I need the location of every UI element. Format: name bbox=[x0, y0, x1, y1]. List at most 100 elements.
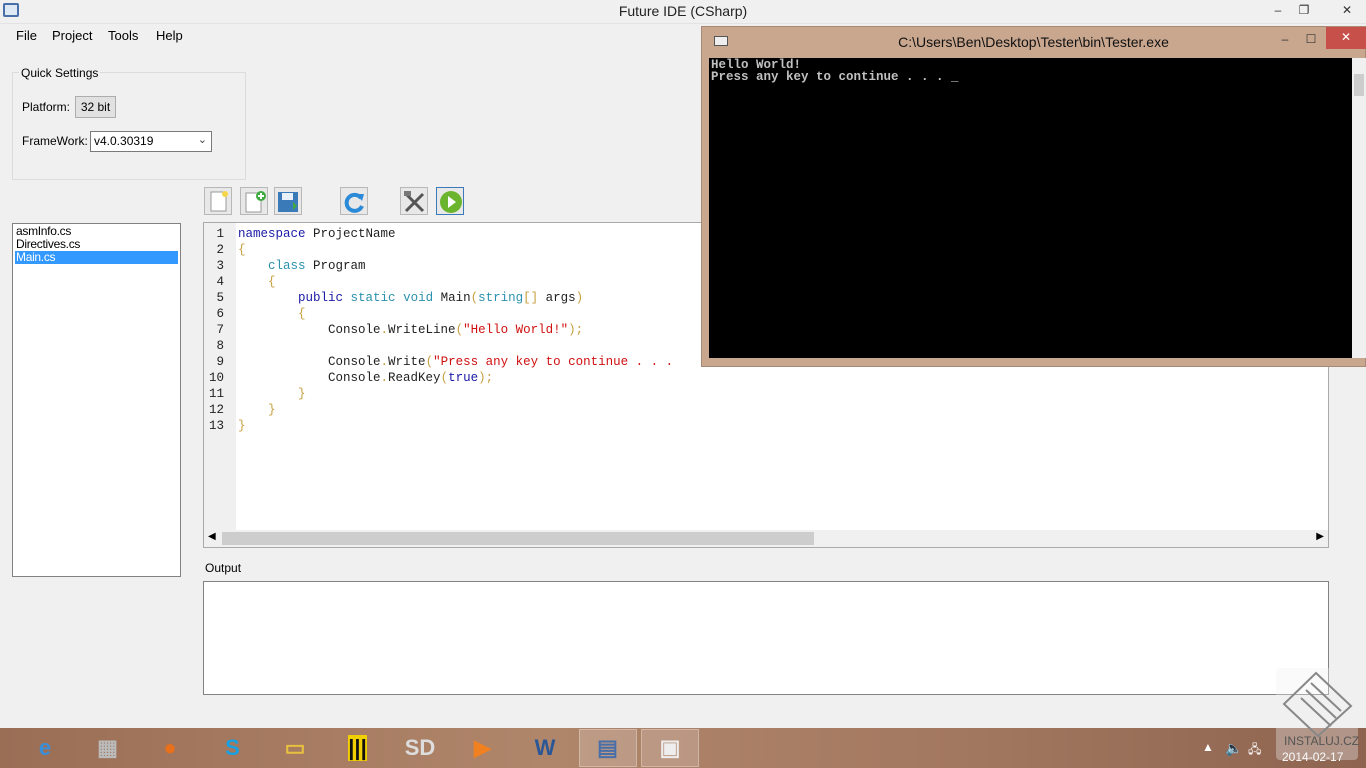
line-number: 2 bbox=[216, 243, 224, 257]
menu-bar: File Project Tools Help bbox=[0, 24, 700, 46]
code-token: "Hello World!" bbox=[463, 323, 569, 337]
output-box[interactable] bbox=[203, 581, 1329, 695]
chevron-down-icon: ⌄ bbox=[197, 134, 207, 146]
tools-icon bbox=[404, 191, 425, 213]
code-token: ) bbox=[575, 291, 584, 305]
code-token: { bbox=[268, 275, 276, 289]
close-button[interactable]: ✕ bbox=[1330, 0, 1364, 20]
word-icon: W bbox=[534, 735, 556, 760]
taskbar-app-stripes[interactable]: ||| bbox=[329, 729, 387, 767]
code-line: } bbox=[238, 403, 276, 417]
scroll-right-icon[interactable]: ▶ bbox=[1316, 531, 1324, 542]
code-line: public static void Main(string[] args) bbox=[238, 291, 583, 305]
quick-settings-legend: Quick Settings bbox=[19, 66, 101, 80]
title-bar: Future IDE (CSharp) – ❐ ✕ bbox=[0, 0, 1366, 24]
new-file-icon bbox=[210, 191, 228, 212]
code-line: namespace ProjectName bbox=[238, 227, 396, 241]
taskbar-media-player[interactable]: ▶ bbox=[454, 729, 512, 767]
window-title: Future IDE (CSharp) bbox=[618, 3, 748, 19]
code-line: class Program bbox=[238, 259, 366, 273]
line-number: 3 bbox=[216, 259, 224, 273]
console-close-button[interactable]: ✕ bbox=[1326, 27, 1366, 49]
console-title: C:\Users\Ben\Desktop\Tester\bin\Tester.e… bbox=[898, 34, 1169, 50]
minimize-button[interactable]: – bbox=[1265, 0, 1291, 20]
console-icon: ▣ bbox=[659, 735, 681, 760]
line-number: 7 bbox=[216, 323, 224, 337]
console-maximize-button[interactable]: ☐ bbox=[1298, 29, 1324, 49]
framework-value: v4.0.30319 bbox=[94, 134, 154, 148]
output-label: Output bbox=[205, 561, 242, 575]
scrollbar-thumb[interactable] bbox=[222, 532, 814, 545]
code-token: ); bbox=[568, 323, 584, 337]
skype-icon: S bbox=[225, 735, 240, 760]
taskbar-file-explorer[interactable]: ▭ bbox=[266, 729, 324, 767]
refresh-button[interactable] bbox=[340, 187, 368, 215]
code-token: { bbox=[298, 307, 306, 321]
code-token: ( bbox=[470, 291, 479, 305]
code-token: { bbox=[238, 243, 246, 257]
scroll-left-icon[interactable]: ◀ bbox=[208, 531, 216, 542]
console-scroll-thumb[interactable] bbox=[1354, 74, 1364, 96]
file-item-main[interactable]: Main.cs bbox=[15, 251, 178, 264]
code-token: ( bbox=[440, 371, 449, 385]
code-token: Console bbox=[238, 323, 381, 337]
code-token: } bbox=[268, 403, 276, 417]
code-token: void bbox=[403, 291, 434, 305]
menu-project[interactable]: Project bbox=[52, 28, 92, 43]
taskbar-calculator[interactable]: ▦ bbox=[79, 729, 137, 767]
console-minimize-button[interactable]: – bbox=[1272, 29, 1298, 49]
watermark-text: INSTALUJ.CZ bbox=[1284, 734, 1360, 748]
menu-file[interactable]: File bbox=[16, 28, 37, 43]
code-token: string bbox=[478, 291, 524, 305]
taskbar-word[interactable]: W bbox=[516, 729, 574, 767]
line-number: 13 bbox=[208, 419, 224, 433]
menu-help[interactable]: Help bbox=[156, 28, 183, 43]
volume-icon[interactable]: 🔈 bbox=[1225, 740, 1242, 757]
run-button[interactable] bbox=[436, 187, 464, 215]
taskbar-internet-explorer[interactable]: e bbox=[16, 729, 74, 767]
console-line: Press any key to continue . . . _ bbox=[711, 70, 959, 84]
code-token: . bbox=[380, 371, 389, 385]
file-list[interactable]: asmInfo.cs Directives.cs Main.cs bbox=[12, 223, 181, 577]
taskbar-skype[interactable]: S bbox=[204, 729, 262, 767]
console-scrollbar[interactable] bbox=[1352, 58, 1366, 358]
code-token: Program bbox=[305, 259, 366, 273]
network-icon[interactable]: 🖧 bbox=[1248, 740, 1261, 761]
code-token: "Press any key to continue . . . bbox=[433, 355, 674, 369]
taskbar-console[interactable]: ▣ bbox=[641, 729, 699, 767]
line-number: 8 bbox=[216, 339, 224, 353]
code-line: Console.WriteLine("Hello World!"); bbox=[238, 323, 583, 337]
code-token: Console bbox=[238, 371, 381, 385]
firefox-icon: ● bbox=[163, 735, 177, 760]
code-token: . bbox=[380, 355, 389, 369]
code-token: Write bbox=[388, 355, 426, 369]
line-number-gutter: 1 2 3 4 5 6 7 8 9 10 11 12 13 bbox=[204, 223, 236, 531]
menu-tools[interactable]: Tools bbox=[108, 28, 138, 43]
add-file-button[interactable] bbox=[240, 187, 268, 215]
quick-settings-group: Quick Settings bbox=[12, 66, 246, 180]
horizontal-scrollbar[interactable]: ◀ ▶ bbox=[204, 530, 1328, 547]
taskbar-firefox[interactable]: ● bbox=[141, 729, 199, 767]
new-file-button[interactable] bbox=[204, 187, 232, 215]
save-button[interactable] bbox=[274, 187, 302, 215]
code-token: ReadKey bbox=[388, 371, 441, 385]
show-hidden-icons[interactable]: ▲ bbox=[1202, 740, 1214, 754]
code-line: { bbox=[238, 275, 276, 289]
code-line: { bbox=[238, 243, 246, 257]
build-tools-button[interactable] bbox=[400, 187, 428, 215]
refresh-icon bbox=[344, 192, 364, 213]
console-window[interactable]: C:\Users\Ben\Desktop\Tester\bin\Tester.e… bbox=[701, 26, 1366, 367]
platform-label: Platform: bbox=[22, 100, 71, 114]
platform-button[interactable]: 32 bit bbox=[75, 96, 116, 118]
taskbar-sharpdevelop[interactable]: SD bbox=[391, 729, 449, 767]
taskbar-future-ide[interactable]: ▤ bbox=[578, 729, 637, 767]
framework-select[interactable]: v4.0.30319 ⌄ bbox=[90, 131, 212, 152]
restore-button[interactable]: ❐ bbox=[1291, 0, 1317, 20]
line-number: 10 bbox=[208, 371, 224, 385]
play-icon bbox=[440, 191, 462, 213]
